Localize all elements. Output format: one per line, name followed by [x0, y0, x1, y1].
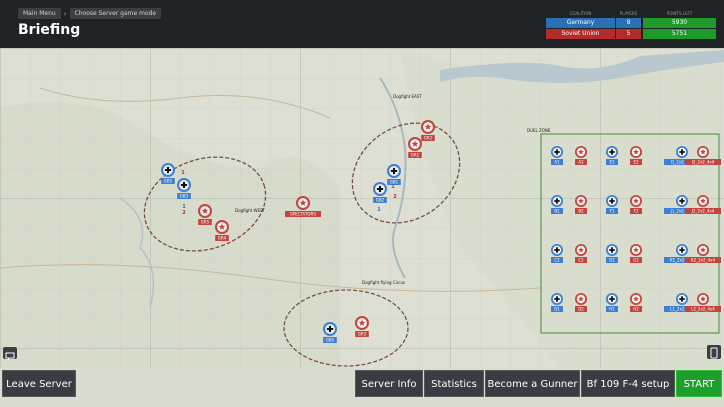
german-unit-marker[interactable]: F1 — [606, 195, 618, 214]
unit-label: D1 — [554, 307, 560, 312]
zone-label-west: Dogfight WEST — [235, 208, 266, 213]
german-unit-marker[interactable]: D1 — [551, 293, 563, 312]
german-unit-marker[interactable]: E1 — [606, 146, 618, 165]
briefing-map[interactable]: Dogfight WEST Dogfight EAST Dogfight fly… — [0, 48, 724, 369]
german-unit-marker[interactable]: C1 — [551, 244, 563, 263]
unit-label: B2 — [578, 209, 584, 214]
map-canvas: Dogfight WEST Dogfight EAST Dogfight fly… — [0, 48, 724, 369]
unit-id-number: 1 — [181, 170, 185, 176]
unit-label: G1 — [609, 258, 615, 263]
soviet-unit-marker[interactable]: C2 — [575, 244, 587, 263]
soviet-unit-marker[interactable]: A2 — [575, 146, 587, 165]
german-unit-marker[interactable]: GB2 — [373, 182, 387, 203]
zone-label-duel: DUEL ZONE — [527, 128, 551, 133]
soviet-unit-marker[interactable]: GR3 — [355, 316, 369, 337]
scoreboard-headers: COALITION PLAYERS POINTS LEFT — [546, 10, 716, 18]
german-unit-marker[interactable]: GB5 — [161, 163, 175, 184]
german-unit-marker[interactable]: B1 — [551, 195, 563, 214]
unit-label: L2_2x2_4x4 — [691, 307, 715, 312]
soviet-unit-marker[interactable]: D2 — [575, 293, 587, 312]
header-players: PLAYERS — [619, 11, 638, 16]
bottom-toolbar: Leave Server Server Info Statistics Beco… — [0, 368, 724, 407]
server-info-button[interactable]: Server Info — [355, 370, 423, 397]
german-unit-marker[interactable]: GB3 — [177, 178, 191, 199]
unit-label: I2_2x2_4x4 — [692, 160, 715, 165]
unit-label: H1 — [609, 307, 615, 312]
unit-label: J2_2x2_4x4 — [691, 209, 715, 214]
team-players: 5 — [616, 29, 641, 39]
leave-server-button[interactable]: Leave Server — [2, 370, 76, 397]
breadcrumb-main-menu[interactable]: Main Menu — [18, 8, 61, 19]
unit-id-number: 2 — [182, 210, 186, 216]
unit-label: E2 — [633, 160, 639, 165]
unit-label: GB2 — [376, 198, 385, 203]
german-unit-marker[interactable]: GB5 — [323, 322, 337, 343]
header-points: POINTS LEFT — [666, 11, 693, 16]
breadcrumb-choose-mode[interactable]: Choose Server game mode — [69, 8, 162, 19]
scoreboard-row-germany: Germany 8 5930 — [546, 18, 716, 28]
unit-label: GR4 — [218, 236, 227, 241]
scoreboard-row-soviet: Soviet Union 5 5751 — [546, 29, 716, 39]
soviet-unit-marker[interactable]: GR5 — [198, 204, 212, 225]
soviet-unit-marker[interactable]: GR4 — [215, 220, 229, 241]
unit-label: A1 — [554, 160, 560, 165]
statistics-button[interactable]: Statistics — [424, 370, 484, 397]
aircraft-setup-button[interactable]: Bf 109 F-4 setup — [581, 370, 675, 397]
unit-label: GR1 — [411, 153, 420, 158]
unit-label: G2 — [633, 258, 639, 263]
team-points: 5751 — [643, 29, 716, 39]
german-unit-marker[interactable]: H1 — [606, 293, 618, 312]
unit-id-number: 2 — [393, 194, 397, 200]
header-coalition: COALITION — [569, 11, 592, 16]
unit-label: GB3 — [180, 194, 189, 199]
soviet-unit-marker[interactable]: GR2 — [421, 120, 435, 141]
german-unit-marker[interactable]: GB1 — [387, 164, 401, 185]
breadcrumb-chevron-icon: › — [63, 9, 67, 18]
breadcrumb: Main Menu › Choose Server game mode — [18, 8, 162, 19]
german-unit-marker[interactable]: A1 — [551, 146, 563, 165]
team-nation: Germany — [546, 18, 615, 28]
unit-label: K2_2x2_4x4 — [691, 258, 716, 263]
soviet-unit-marker[interactable]: GR1 — [408, 137, 422, 158]
unit-label: GB5 — [326, 338, 335, 343]
german-unit-marker[interactable]: G1 — [606, 244, 618, 263]
unit-label: H2 — [633, 307, 639, 312]
unit-label: GB5 — [164, 179, 173, 184]
unit-label: C2 — [578, 258, 584, 263]
team-scoreboard: COALITION PLAYERS POINTS LEFT Germany 8 … — [546, 10, 716, 40]
unit-id-number: 1 — [377, 207, 381, 213]
unit-label: B1 — [554, 209, 560, 214]
team-points: 5930 — [643, 18, 716, 28]
unit-label: GR3 — [358, 332, 367, 337]
unit-id-number: 1 — [391, 184, 395, 190]
page-title: Briefing — [18, 22, 81, 38]
chat-icon[interactable] — [3, 347, 17, 360]
device-icon[interactable] — [707, 345, 721, 359]
unit-label: GR2 — [424, 136, 433, 141]
soviet-unit-marker[interactable]: E2 — [630, 146, 642, 165]
soviet-unit-marker[interactable]: H2 — [630, 293, 642, 312]
unit-label: F2 — [634, 209, 639, 214]
unit-label: GR5 — [201, 220, 210, 225]
become-gunner-button[interactable]: Become a Gunner — [485, 370, 580, 397]
unit-label: F1 — [610, 209, 615, 214]
spectators-label: SPECTATORS — [290, 212, 316, 217]
team-nation: Soviet Union — [546, 29, 615, 39]
start-button[interactable]: START — [676, 370, 722, 397]
unit-label: A2 — [578, 160, 584, 165]
soviet-unit-marker[interactable]: G2 — [630, 244, 642, 263]
unit-label: D2 — [578, 307, 584, 312]
header-bar: Main Menu › Choose Server game mode Brie… — [0, 0, 724, 48]
team-players: 8 — [616, 18, 641, 28]
zone-label-east: Dogfight EAST — [393, 94, 422, 99]
zone-label-circus: Dogfight flying Circus — [362, 280, 405, 285]
unit-label: C1 — [554, 258, 560, 263]
soviet-unit-marker[interactable]: F2 — [630, 195, 642, 214]
unit-label: E1 — [609, 160, 615, 165]
soviet-unit-marker[interactable]: B2 — [575, 195, 587, 214]
